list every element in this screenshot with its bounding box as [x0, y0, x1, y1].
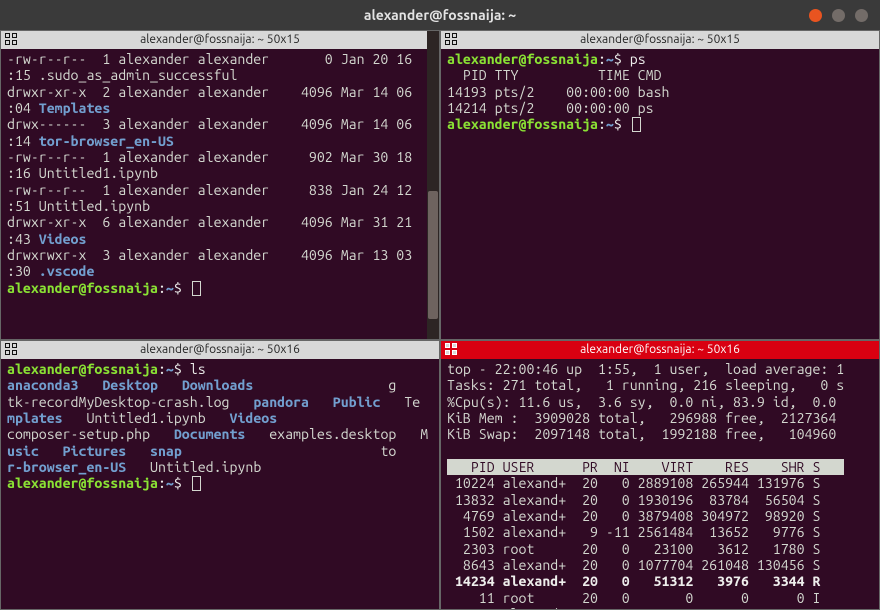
- terminal-output[interactable]: -rw-r--r-- 1 alexander alexander 0 Jan 2…: [1, 49, 439, 339]
- split-icon: [5, 343, 18, 356]
- close-icon[interactable]: [809, 9, 822, 22]
- pane-titlebar[interactable]: alexander@fossnaija: ~ 50x15: [1, 31, 439, 49]
- split-icon: [445, 343, 458, 356]
- pane-title: alexander@fossnaija: ~ 50x16: [140, 343, 300, 357]
- pane-titlebar[interactable]: alexander@fossnaija: ~ 50x15: [441, 31, 879, 49]
- pane-title: alexander@fossnaija: ~ 50x15: [580, 33, 740, 47]
- pane-title: alexander@fossnaija: ~ 50x16: [580, 343, 740, 357]
- window-titlebar: alexander@fossnaija: ~: [0, 0, 880, 30]
- window-title: alexander@fossnaija: ~: [364, 7, 516, 23]
- terminal-output[interactable]: alexander@fossnaija:~$ ls anaconda3 Desk…: [1, 359, 439, 609]
- pane-titlebar[interactable]: alexander@fossnaija: ~ 50x16: [1, 341, 439, 359]
- maximize-icon[interactable]: [855, 9, 868, 22]
- pane-bottom-right[interactable]: alexander@fossnaija: ~ 50x16 top - 22:00…: [440, 340, 880, 610]
- terminal-output[interactable]: top - 22:00:46 up 1:55, 1 user, load ave…: [441, 359, 879, 609]
- terminal-split-grid: alexander@fossnaija: ~ 50x15 -rw-r--r-- …: [0, 30, 880, 610]
- pane-titlebar[interactable]: alexander@fossnaija: ~ 50x16: [441, 341, 879, 359]
- pane-top-right[interactable]: alexander@fossnaija: ~ 50x15 alexander@f…: [440, 30, 880, 340]
- scrollbar-thumb[interactable]: [428, 191, 438, 319]
- split-icon: [445, 33, 458, 46]
- window-controls: [809, 9, 868, 22]
- terminal-output[interactable]: alexander@fossnaija:~$ ps PID TTY TIME C…: [441, 49, 879, 339]
- pane-top-left[interactable]: alexander@fossnaija: ~ 50x15 -rw-r--r-- …: [0, 30, 440, 340]
- scrollbar[interactable]: [427, 31, 439, 339]
- minimize-icon[interactable]: [832, 9, 845, 22]
- pane-title: alexander@fossnaija: ~ 50x15: [140, 33, 300, 47]
- split-icon: [5, 33, 18, 46]
- pane-bottom-left[interactable]: alexander@fossnaija: ~ 50x16 alexander@f…: [0, 340, 440, 610]
